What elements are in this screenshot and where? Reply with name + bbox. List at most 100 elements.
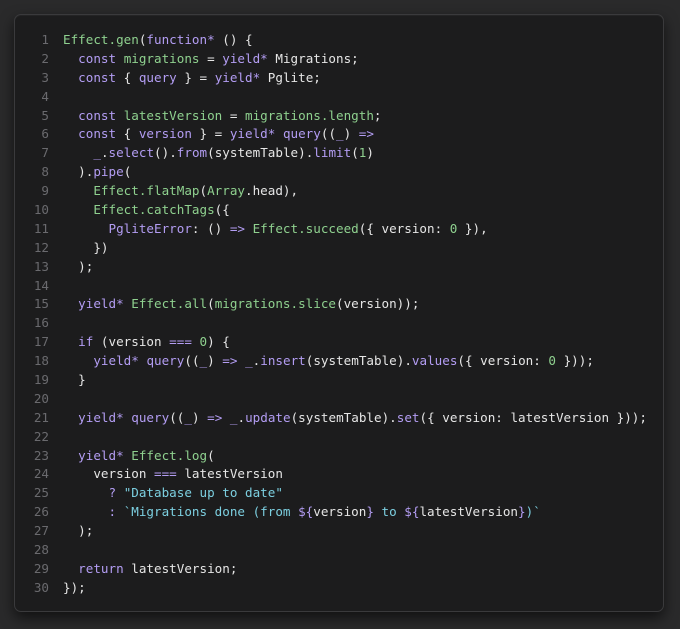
line-number: 2: [41, 50, 49, 66]
code-line: 25 ? "Database up to date": [15, 484, 647, 503]
code-line: 9 Effect.flatMap(Array.head),: [15, 182, 647, 201]
code-line: 17 if (version === 0) {: [15, 333, 647, 352]
code-token: }): [63, 239, 109, 255]
code-token: version: [138, 126, 192, 142]
code-text: : `Migrations done (from ${version} to $…: [63, 503, 541, 522]
code-token: `Migrations done (from: [123, 504, 299, 520]
code-text: if (version === 0) {: [63, 333, 230, 352]
line-number: 10: [33, 202, 49, 218]
code-token: _: [93, 145, 101, 161]
code-token: Effect.catchTags: [93, 202, 215, 218]
code-text: const { query } = yield* Pglite;: [63, 69, 321, 88]
code-line: 13 );: [15, 258, 647, 277]
code-token: _: [336, 126, 344, 142]
code-line: 7 _.select().from(systemTable).limit(1): [15, 144, 647, 163]
code-token: select: [108, 145, 155, 161]
code-token: latestVersion: [123, 107, 223, 123]
code-token: : (): [191, 220, 230, 236]
code-token: pipe: [93, 164, 124, 180]
code-token: const: [78, 126, 117, 142]
code-token: values: [411, 353, 458, 369]
line-number: 30: [33, 579, 49, 595]
code-token: ({: [214, 202, 230, 218]
code-token: query: [131, 409, 170, 425]
code-token: ): [191, 409, 208, 425]
code-text: ).pipe(: [63, 163, 131, 182]
line-number: 21: [33, 409, 49, 425]
code-text: const { version } = yield* query((_) =>: [63, 125, 374, 144]
code-text: Effect.flatMap(Array.head),: [63, 182, 298, 201]
code-line: 26 : `Migrations done (from ${version} t…: [15, 503, 647, 522]
code-line: 12 }): [15, 239, 647, 258]
code-text: );: [63, 258, 93, 277]
code-token: return: [78, 560, 124, 576]
code-line: 20: [15, 390, 647, 409]
code-token: (systemTable).: [305, 353, 412, 369]
code-token: .: [237, 409, 246, 425]
code-token: const: [78, 69, 117, 85]
code-token: yield*: [222, 50, 268, 66]
code-token: );: [63, 258, 94, 274]
line-number: 22: [33, 428, 49, 444]
code-token: migrations: [123, 50, 200, 66]
code-token: =>: [358, 126, 374, 142]
line-number: 12: [33, 239, 49, 255]
code-line: 30});: [15, 579, 647, 598]
code-token: query: [282, 126, 321, 142]
code-text: yield* Effect.log(: [63, 447, 215, 466]
code-token: ===: [154, 466, 177, 482]
code-text: yield* query((_) => _.update(systemTable…: [63, 409, 647, 428]
code-line: 21 yield* query((_) => _.update(systemTa…: [15, 409, 647, 428]
code-token: } =: [176, 69, 215, 85]
code-token: ?: [108, 485, 117, 501]
line-number: 6: [41, 126, 49, 142]
code-token: (: [199, 183, 208, 199]
code-line: 8 ).pipe(: [15, 163, 647, 182]
code-token: latestVersion;: [123, 560, 238, 576]
code-token: } =: [191, 126, 230, 142]
code-line: 19 }: [15, 371, 647, 390]
code-text: }: [63, 371, 86, 390]
line-number: 26: [33, 504, 49, 520]
line-number: 14: [33, 277, 49, 293]
line-number: 3: [41, 69, 49, 85]
code-token: function*: [146, 32, 215, 47]
code-token: Effect.succeed: [252, 220, 359, 236]
code-token: ${: [404, 504, 420, 520]
code-token: }: [63, 372, 86, 388]
code-text: yield* query((_) => _.insert(systemTable…: [63, 352, 594, 371]
code-token: ({ version: latestVersion }));: [419, 409, 647, 425]
code-block[interactable]: 1 Effect.gen(function* () {2 const migrat…: [15, 31, 647, 598]
code-token: query: [138, 69, 177, 85]
code-token: =>: [229, 220, 245, 236]
code-line: 27 );: [15, 522, 647, 541]
code-text: });: [63, 579, 86, 598]
line-number: 27: [33, 523, 49, 539]
code-token: insert: [260, 353, 306, 369]
code-token: ({ version:: [358, 220, 450, 236]
code-token: ().: [154, 145, 177, 161]
code-token: limit: [313, 145, 352, 161]
code-token: from: [176, 145, 208, 161]
code-token: yield*: [229, 126, 276, 142]
code-token: query: [146, 353, 185, 369]
code-line: 23 yield* Effect.log(: [15, 447, 647, 466]
code-token: latestVersion: [176, 466, 283, 482]
code-token: Pglite;: [267, 69, 321, 85]
line-number: 28: [33, 542, 49, 558]
